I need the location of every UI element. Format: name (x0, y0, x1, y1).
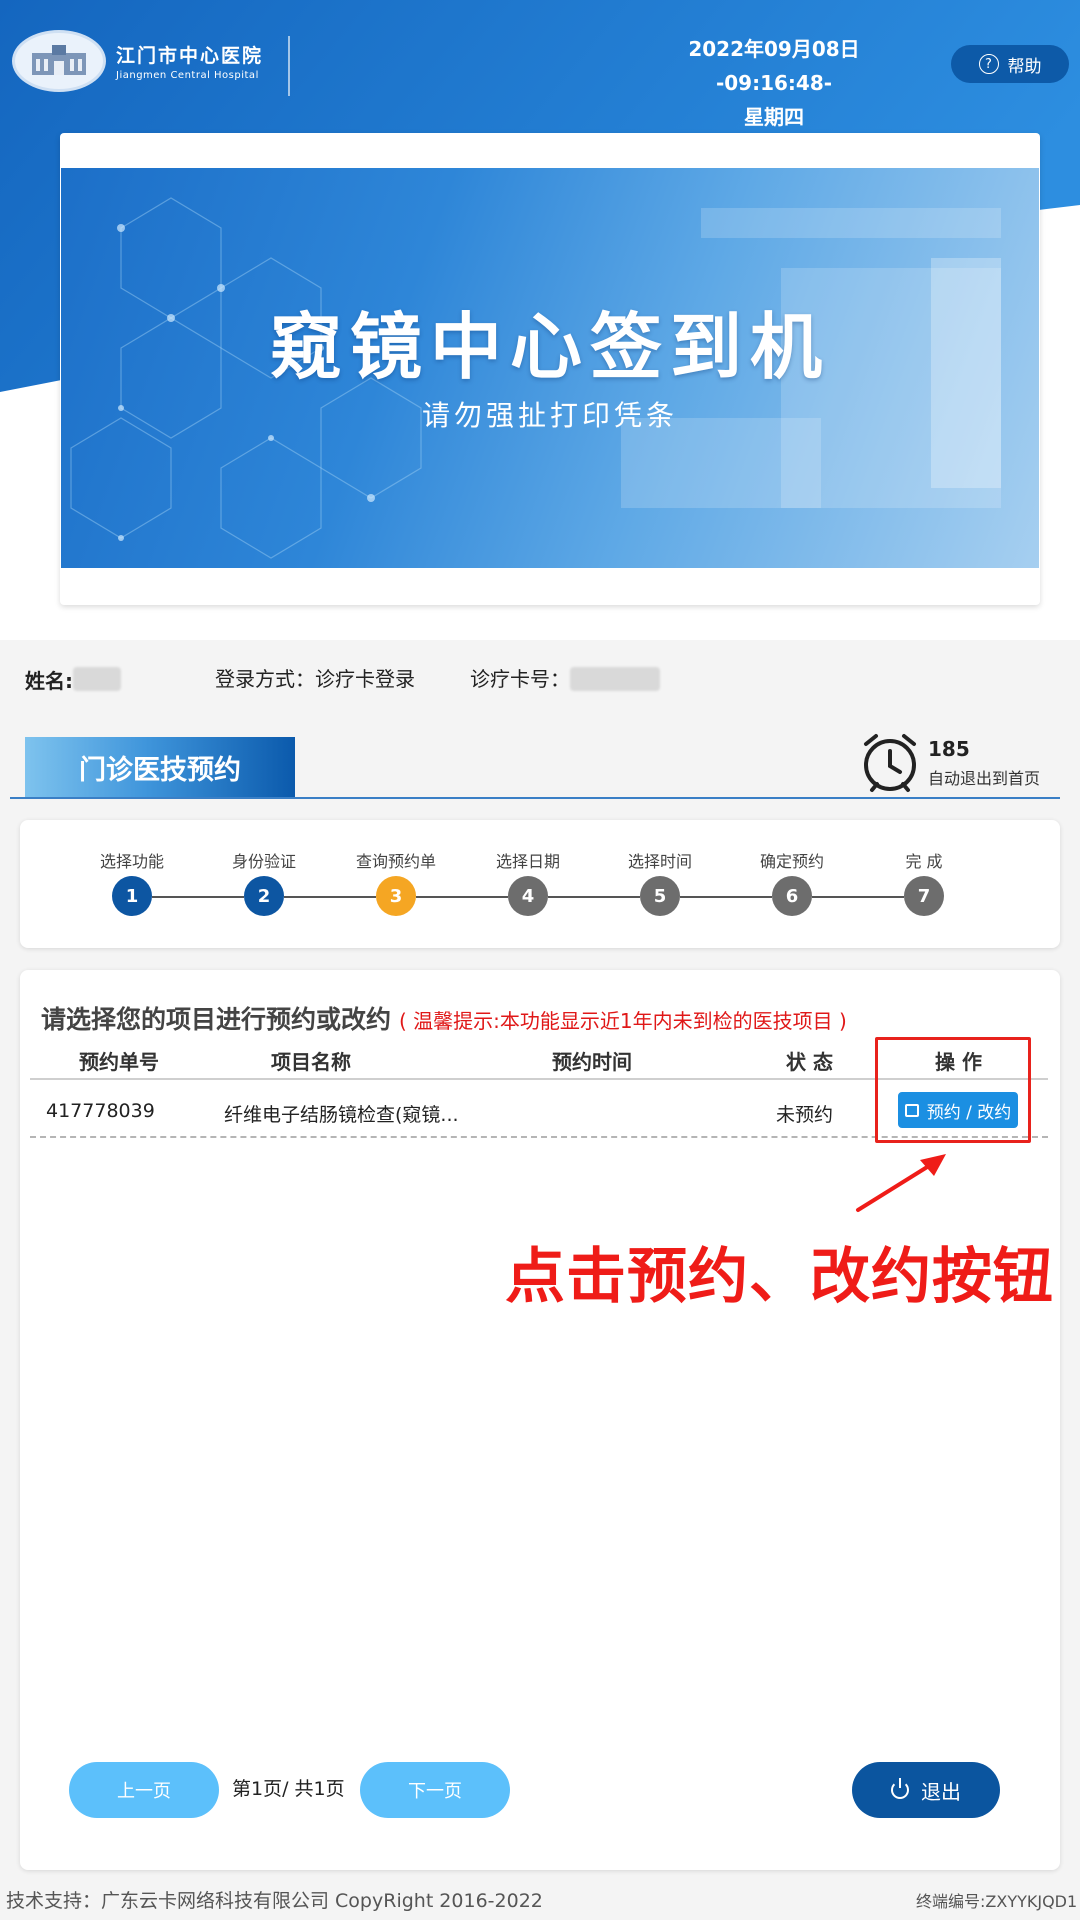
countdown-value: 185 (928, 737, 970, 761)
appointment-list-card: 请选择您的项目进行预约或改约 ( 温馨提示:本功能显示近1年内未到检的医技项目 … (20, 970, 1060, 1870)
step-number: 2 (244, 876, 284, 916)
terminal-id: 终端编号:ZXYYKJQD1 (916, 1892, 1078, 1911)
step-label: 选择功能 (99, 852, 164, 871)
hospital-name-cn: 江门市中心医院 (116, 45, 264, 67)
progress-steps: 选择功能 1 身份验证 2 查询预约单 3 选择日期 4 选择时间 5 确定预约… (20, 820, 1060, 948)
step-label: 完 成 (905, 852, 943, 871)
exit-label: 退出 (921, 1779, 961, 1804)
step-label: 确定预约 (759, 852, 824, 871)
list-tip: ( 温馨提示:本功能显示近1年内未到检的医技项目 ) (399, 1009, 847, 1033)
step-3: 查询预约单 3 (336, 820, 456, 916)
col-status: 状 态 (786, 1050, 833, 1074)
tech-support: 技术支持：广东云卡网络科技有限公司 CopyRight 2016-2022 (6, 1890, 543, 1912)
step-number: 5 (640, 876, 680, 916)
step-label: 身份验证 (231, 852, 296, 871)
countdown-timer: 185 自动退出到首页 (860, 732, 1040, 794)
status: 未预约 (776, 1104, 834, 1126)
step-label: 查询预约单 (355, 852, 436, 871)
item-name: 纤维电子结肠镜检查(窥镜... (224, 1104, 459, 1126)
step-number: 4 (508, 876, 548, 916)
help-label: 帮助 (1007, 56, 1042, 77)
name-redacted (73, 667, 121, 691)
col-item-name: 项目名称 (271, 1050, 351, 1074)
order-no: 417778039 (46, 1100, 155, 1122)
login-method: 登录方式：诊疗卡登录 (215, 667, 415, 691)
card-number: 诊疗卡号： (470, 664, 660, 694)
step-number: 1 (112, 876, 152, 916)
step-label: 选择日期 (495, 852, 560, 871)
date-time-text: 2022年09月08日 -09:16:48- (688, 37, 860, 95)
help-button[interactable]: ? 帮助 (951, 45, 1069, 83)
section-title: 门诊医技预约 (25, 737, 295, 797)
hospital-emblem-icon (12, 30, 106, 92)
col-order-no: 预约单号 (79, 1050, 159, 1074)
list-heading: 请选择您的项目进行预约或改约 ( 温馨提示:本功能显示近1年内未到检的医技项目 … (41, 1000, 847, 1036)
hospital-logo: 江门市中心医院 Jiangmen Central Hospital (12, 30, 263, 92)
banner-subtitle: 请勿强扯打印凭条 (421, 399, 678, 432)
header-divider (288, 36, 290, 96)
section-underline (10, 797, 1060, 799)
datetime: 2022年09月08日 -09:16:48- 星期四 (640, 32, 908, 134)
col-time: 预约时间 (552, 1050, 632, 1074)
exit-button[interactable]: 退出 (852, 1762, 1000, 1818)
list-title: 请选择您的项目进行预约或改约 (41, 1005, 392, 1034)
patient-name: 姓名: (25, 664, 121, 694)
step-number: 7 (904, 876, 944, 916)
name-label: 姓名: (25, 668, 73, 693)
step-6: 确定预约 6 (732, 820, 852, 916)
alarm-clock-icon (864, 734, 916, 792)
step-1: 选择功能 1 (72, 820, 192, 916)
step-number: 6 (772, 876, 812, 916)
step-5: 选择时间 5 (600, 820, 720, 916)
step-number: 3 (376, 876, 416, 916)
step-label: 选择时间 (627, 852, 692, 871)
banner: 窥镜中心签到机 请勿强扯打印凭条 (61, 168, 1039, 568)
page-info: 第1页/ 共1页 (232, 1778, 345, 1800)
annotation-arrow-icon (856, 1154, 946, 1212)
step-4: 选择日期 4 (468, 820, 588, 916)
power-icon (891, 1778, 909, 1799)
banner-title: 窥镜中心签到机 (269, 305, 830, 389)
card-label: 诊疗卡号： (470, 667, 570, 691)
annotation-highlight-box (875, 1037, 1031, 1143)
step-7: 完 成 7 (864, 820, 984, 916)
step-2: 身份验证 2 (204, 820, 324, 916)
hospital-name-en: Jiangmen Central Hospital (116, 70, 259, 81)
prev-page-button[interactable]: 上一页 (69, 1762, 219, 1818)
countdown-label: 自动退出到首页 (928, 769, 1041, 788)
next-page-button[interactable]: 下一页 (360, 1762, 510, 1818)
weekday-text: 星期四 (744, 105, 804, 129)
card-redacted (570, 667, 660, 691)
help-icon: ? (978, 54, 999, 74)
annotation-text: 点击预约、改约按钮 (505, 1242, 1054, 1312)
